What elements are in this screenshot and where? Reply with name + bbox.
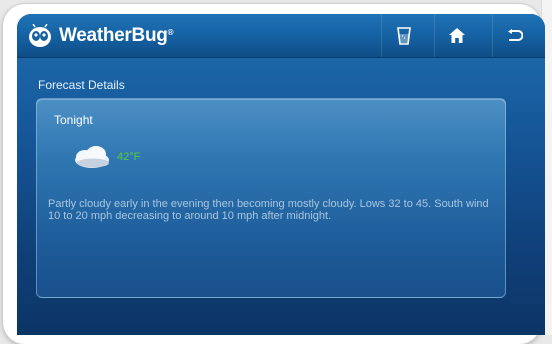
glass-icon <box>397 26 411 45</box>
home-icon <box>449 28 465 43</box>
bug-logo-icon <box>29 24 51 47</box>
app-header: WeatherBug® <box>17 14 545 58</box>
app-name: WeatherBug® <box>59 25 174 46</box>
glass-button[interactable] <box>381 14 426 57</box>
weatherbug-logo: WeatherBug® <box>27 21 173 51</box>
app-screen: WeatherBug® Forecast Details Tonight 42°… <box>17 14 545 335</box>
back-button[interactable] <box>492 14 537 57</box>
page-title: Forecast Details <box>38 78 125 92</box>
partly-cloudy-night-icon <box>63 138 115 175</box>
temperature: 42°F <box>117 151 141 163</box>
home-button[interactable] <box>434 14 479 57</box>
back-icon <box>508 28 523 41</box>
forecast-card: Tonight 42°F Partly cloudy early in the … <box>36 98 506 298</box>
forecast-period: Tonight <box>54 113 93 127</box>
forecast-description: Partly cloudy early in the evening then … <box>48 198 489 222</box>
